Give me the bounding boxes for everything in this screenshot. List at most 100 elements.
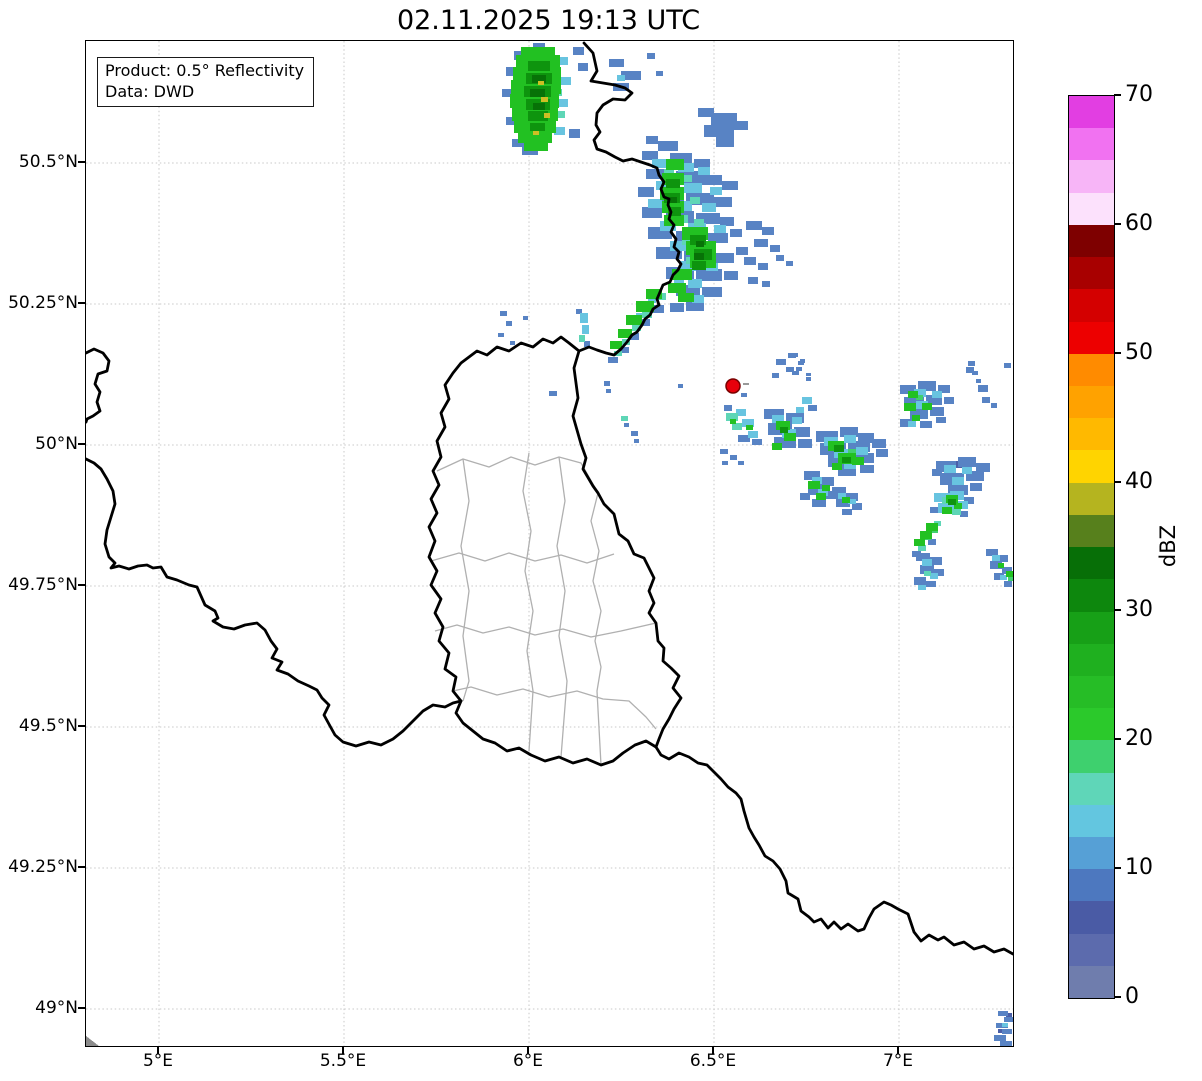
radar-cell bbox=[960, 511, 968, 517]
lat-tick-label: 49.25°N bbox=[8, 857, 78, 877]
radar-cell bbox=[734, 121, 748, 130]
radar-cell bbox=[876, 449, 888, 457]
radar-cell bbox=[994, 1035, 1006, 1041]
radar-cell bbox=[800, 359, 805, 363]
radar-cell bbox=[738, 461, 744, 465]
lat-tick-label: 49.75°N bbox=[8, 575, 78, 595]
corner-artifact bbox=[86, 1036, 99, 1046]
radar-cell bbox=[800, 493, 810, 500]
colorbar-segment bbox=[1069, 128, 1114, 161]
radar-cell bbox=[702, 175, 722, 185]
radar-cell bbox=[746, 425, 753, 430]
radar-cell bbox=[752, 439, 762, 445]
colorbar-tick-label: 70 bbox=[1125, 82, 1153, 107]
radar-cell bbox=[808, 481, 820, 489]
radar-cell bbox=[710, 187, 722, 195]
radar-cell bbox=[926, 523, 938, 531]
lon-tick-mark bbox=[342, 1046, 344, 1054]
lat-tick-label: 50°N bbox=[35, 434, 78, 454]
lat-tick-mark bbox=[78, 302, 85, 304]
colorbar-tick-mark bbox=[1114, 94, 1121, 96]
radar-cell bbox=[808, 405, 817, 411]
radar-cell bbox=[802, 397, 812, 404]
radar-cell bbox=[621, 416, 628, 421]
radar-cell bbox=[702, 203, 716, 212]
country-border-luxembourg bbox=[427, 335, 683, 767]
radar-cell bbox=[784, 433, 796, 441]
colorbar-segment bbox=[1069, 514, 1114, 548]
radar-cell bbox=[770, 245, 780, 252]
canton-border bbox=[522, 452, 534, 752]
colorbar-segment bbox=[1069, 192, 1114, 225]
radar-cell bbox=[658, 141, 678, 151]
colorbar-tick-label: 10 bbox=[1125, 855, 1153, 881]
radar-cell bbox=[930, 407, 944, 416]
data-source-label: Data: DWD bbox=[105, 82, 195, 101]
radar-cell bbox=[991, 403, 997, 408]
radar-cell bbox=[724, 271, 738, 280]
lat-tick-mark bbox=[78, 161, 85, 163]
radar-cell bbox=[666, 179, 680, 188]
radar-cell bbox=[647, 53, 655, 59]
radar-cell bbox=[500, 311, 507, 316]
radar-cell bbox=[560, 77, 571, 85]
radar-cell bbox=[930, 573, 938, 579]
colorbar-tick-mark bbox=[1114, 609, 1121, 612]
radar-cell bbox=[772, 373, 779, 378]
radar-cell bbox=[711, 113, 737, 125]
radar-cell bbox=[762, 227, 774, 235]
radar-cell bbox=[604, 381, 610, 386]
radar-cell bbox=[962, 467, 972, 474]
colorbar-segment bbox=[1069, 708, 1114, 741]
radar-cell bbox=[1002, 1023, 1008, 1027]
colorbar-segment bbox=[1069, 804, 1114, 838]
colorbar-segment bbox=[1069, 772, 1114, 805]
radar-cell bbox=[936, 417, 946, 423]
radar-cell bbox=[982, 397, 990, 403]
colorbar-tick-mark bbox=[1114, 480, 1121, 483]
radar-cell bbox=[530, 89, 545, 97]
colorbar-segment bbox=[1069, 385, 1114, 419]
radar-cell bbox=[754, 239, 768, 247]
colorbar-tick-label: 0 bbox=[1125, 984, 1139, 1009]
colorbar-segment bbox=[1069, 353, 1114, 386]
colorbar bbox=[1068, 95, 1115, 999]
radar-cell bbox=[714, 225, 726, 233]
colorbar-segment bbox=[1069, 547, 1114, 580]
radar-cell bbox=[920, 421, 932, 428]
radar-cell bbox=[678, 293, 694, 302]
canton-border bbox=[436, 456, 599, 494]
colorbar-tick-label: 50 bbox=[1125, 339, 1153, 365]
radar-cell bbox=[670, 303, 684, 312]
radar-cell bbox=[958, 457, 976, 467]
radar-cell bbox=[986, 549, 998, 556]
radar-cell bbox=[724, 405, 732, 411]
radar-cell bbox=[656, 71, 663, 76]
colorbar-segment bbox=[1069, 869, 1114, 902]
radar-cell bbox=[798, 439, 812, 448]
radar-cell bbox=[678, 384, 683, 388]
radar-cell bbox=[852, 503, 862, 510]
radar-cell bbox=[642, 207, 662, 218]
radar-cell bbox=[796, 407, 804, 413]
radar-cell bbox=[741, 393, 747, 397]
lat-tick-label: 50.25°N bbox=[8, 293, 78, 313]
colorbar-tick-mark bbox=[1114, 351, 1121, 354]
radar-cell bbox=[558, 99, 568, 107]
radar-echo-layer bbox=[86, 43, 1013, 1046]
radar-cell bbox=[820, 477, 834, 486]
lat-tick-mark bbox=[78, 443, 85, 445]
radar-cell bbox=[1000, 1041, 1012, 1046]
radar-cell bbox=[722, 181, 738, 190]
radar-cell bbox=[646, 136, 658, 144]
radar-cell bbox=[506, 321, 512, 326]
radar-cell bbox=[692, 261, 706, 270]
radar-cell bbox=[842, 457, 851, 463]
radar-cell bbox=[720, 449, 728, 454]
radar-cell bbox=[812, 499, 826, 507]
radar-cell bbox=[702, 287, 722, 297]
radar-cell bbox=[638, 187, 654, 197]
radar-cell bbox=[730, 229, 742, 237]
radar-cell bbox=[642, 151, 658, 160]
radar-cell bbox=[932, 469, 942, 476]
